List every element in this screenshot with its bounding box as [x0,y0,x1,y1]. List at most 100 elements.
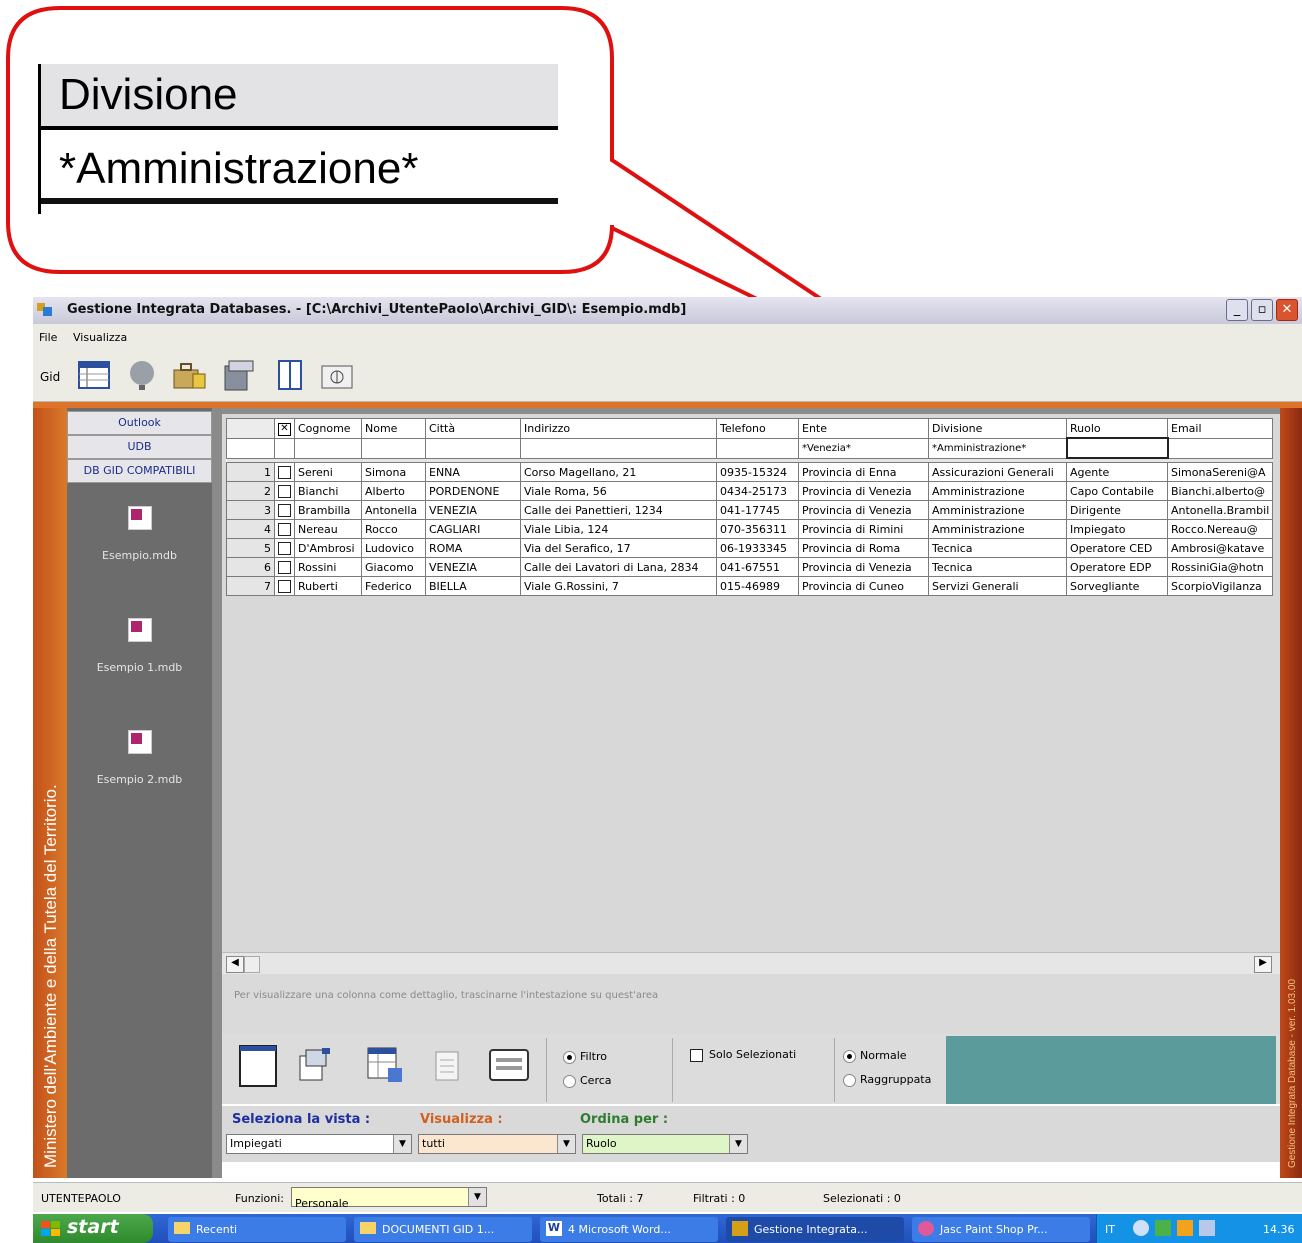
row-checkbox[interactable] [274,557,295,577]
task-paintshop[interactable]: Jasc Paint Shop Pr... [912,1217,1090,1242]
table-row[interactable]: 3 Brambilla Antonella VENEZIA Calle dei Pane… [226,500,1274,520]
raggruppata-radio[interactable]: Raggruppata [843,1073,931,1087]
table-cell[interactable]: Provincia di Cuneo [798,576,929,596]
task-word[interactable]: 4 Microsoft Word... [540,1217,718,1242]
table-cell[interactable]: 06-1933345 [716,538,799,558]
table-cell[interactable]: Sereni [294,462,362,482]
row-checkbox[interactable] [274,519,295,539]
solo-selezionati-checkbox[interactable]: Solo Selezionati [690,1048,796,1062]
table-cell[interactable]: 041-67551 [716,557,799,577]
row-checkbox[interactable] [274,538,295,558]
table-cell[interactable]: 070-356311 [716,519,799,539]
table-cell[interactable]: Alberto [361,481,426,501]
table-cell[interactable]: Amministrazione [928,519,1067,539]
print-layout-icon[interactable] [486,1040,536,1096]
column-header[interactable]: Nome [361,418,426,439]
table-cell[interactable]: Nereau [294,519,362,539]
table-row[interactable]: 1 Sereni Simona ENNA Corso Magellano, 21 0935… [226,462,1274,482]
column-header[interactable]: Città [425,418,521,439]
ordina-select[interactable]: Ruolo ▼ [582,1134,748,1154]
cerca-radio[interactable]: Cerca [563,1074,612,1088]
table-cell[interactable]: Bianchi.alberto@ [1166,481,1274,501]
group-by-hint[interactable]: Per visualizzare una colonna come dettag… [222,974,1280,1034]
table-cell[interactable]: Operatore EDP [1066,557,1168,577]
table-cell[interactable]: Impiegato [1066,519,1168,539]
filter-cell[interactable]: *Amministrazione* [928,437,1067,459]
close-button[interactable]: ✕ [1276,299,1298,321]
tray-app-icon[interactable] [1177,1220,1193,1236]
table-cell[interactable]: 0434-25173 [716,481,799,501]
table-cell[interactable]: CAGLIARI [425,519,521,539]
table-cell[interactable]: Calle dei Lavatori di Lana, 2834 [520,557,717,577]
maximize-button[interactable]: ▫ [1251,299,1273,321]
table-row[interactable]: 4 Nereau Rocco CAGLIARI Viale Libia, 124 070-… [226,519,1274,539]
select-all-checkbox[interactable]: ✕ [274,418,295,439]
table-cell[interactable]: Provincia di Venezia [798,500,929,520]
table-cell[interactable]: Tecnica [928,538,1067,558]
scroll-left-icon[interactable]: ◀ [226,956,244,973]
table-cell[interactable]: Rocco [361,519,426,539]
table-cell[interactable]: Agente [1066,462,1168,482]
monitor-icon[interactable] [1199,1220,1215,1236]
nav-udb[interactable]: UDB [67,435,212,459]
table-cell[interactable]: Amministrazione [928,500,1067,520]
filter-cell[interactable] [716,437,799,459]
row-checkbox[interactable] [274,462,295,482]
table-cell[interactable]: Corso Magellano, 21 [520,462,717,482]
table-row[interactable]: 2 Bianchi Alberto PORDENONE Viale Roma, 56 04… [226,481,1274,501]
task-recenti[interactable]: Recenti [168,1217,346,1242]
table-cell[interactable]: Viale Roma, 56 [520,481,717,501]
row-checkbox[interactable] [274,500,295,520]
table-cell[interactable]: Provincia di Venezia [798,557,929,577]
table-cell[interactable]: ROMA [425,538,521,558]
form-view-icon[interactable] [236,1040,286,1096]
horizontal-scrollbar[interactable]: ◀ ▶ [222,952,1280,974]
table-cell[interactable]: VENEZIA [425,557,521,577]
table-cell[interactable]: RossiniGia@hotn [1166,557,1274,577]
row-checkbox[interactable] [274,576,295,596]
table-cell[interactable]: Tecnica [928,557,1067,577]
table-cell[interactable]: Provincia di Roma [798,538,929,558]
table-cell[interactable]: Viale G.Rossini, 7 [520,576,717,596]
table-cell[interactable]: Dirigente [1066,500,1168,520]
task-documenti[interactable]: DOCUMENTI GID 1... [354,1217,532,1242]
table-cell[interactable]: Assicurazioni Generali [928,462,1067,482]
table-cell[interactable]: Operatore CED [1066,538,1168,558]
column-header[interactable]: Cognome [294,418,362,439]
database-tools-icon[interactable] [221,358,259,392]
table-cell[interactable]: Capo Contabile [1066,481,1168,501]
column-header[interactable]: Ente [798,418,929,439]
table-cell[interactable]: SimonaSereni@A [1166,462,1274,482]
list-icon[interactable] [428,1040,478,1096]
table-cell[interactable]: Rossini [294,557,362,577]
table-cell[interactable]: Rocco.Nereau@ [1166,519,1274,539]
table-cell[interactable]: Ruberti [294,576,362,596]
column-header[interactable]: Telefono [716,418,799,439]
table-cell[interactable]: Calle dei Panettieri, 1234 [520,500,717,520]
filter-cell[interactable] [425,437,521,459]
table-cell[interactable]: ScorpioVigilanza [1166,576,1274,596]
language-indicator[interactable]: IT [1105,1223,1115,1236]
filter-cell[interactable] [520,437,717,459]
table-cell[interactable]: Amministrazione [928,481,1067,501]
table-cell[interactable]: Antonella.Brambil [1166,500,1274,520]
briefcase-lock-icon[interactable] [171,358,209,392]
table-row[interactable]: 7 Ruberti Federico BIELLA Viale G.Rossini, 7… [226,576,1274,596]
table-cell[interactable]: Federico [361,576,426,596]
database-item[interactable]: Esempio 1.mdb [67,618,212,674]
table-cell[interactable]: Ambrosi@katave [1166,538,1274,558]
table-cell[interactable]: BIELLA [425,576,521,596]
normale-radio[interactable]: Normale [843,1049,907,1063]
tray-app-icon[interactable] [1155,1220,1171,1236]
table-cell[interactable]: PORDENONE [425,481,521,501]
filter-cell[interactable] [294,437,362,459]
row-checkbox[interactable] [274,481,295,501]
table-cell[interactable]: ENNA [425,462,521,482]
column-header[interactable]: Divisione [928,418,1067,439]
table-cell[interactable]: Giacomo [361,557,426,577]
nav-db-gid-compatibili[interactable]: DB GID COMPATIBILI [67,459,212,483]
nav-outlook[interactable]: Outlook [67,411,212,435]
columns-view-icon[interactable] [275,358,305,392]
table-cell[interactable]: Antonella [361,500,426,520]
table-cell[interactable]: Bianchi [294,481,362,501]
